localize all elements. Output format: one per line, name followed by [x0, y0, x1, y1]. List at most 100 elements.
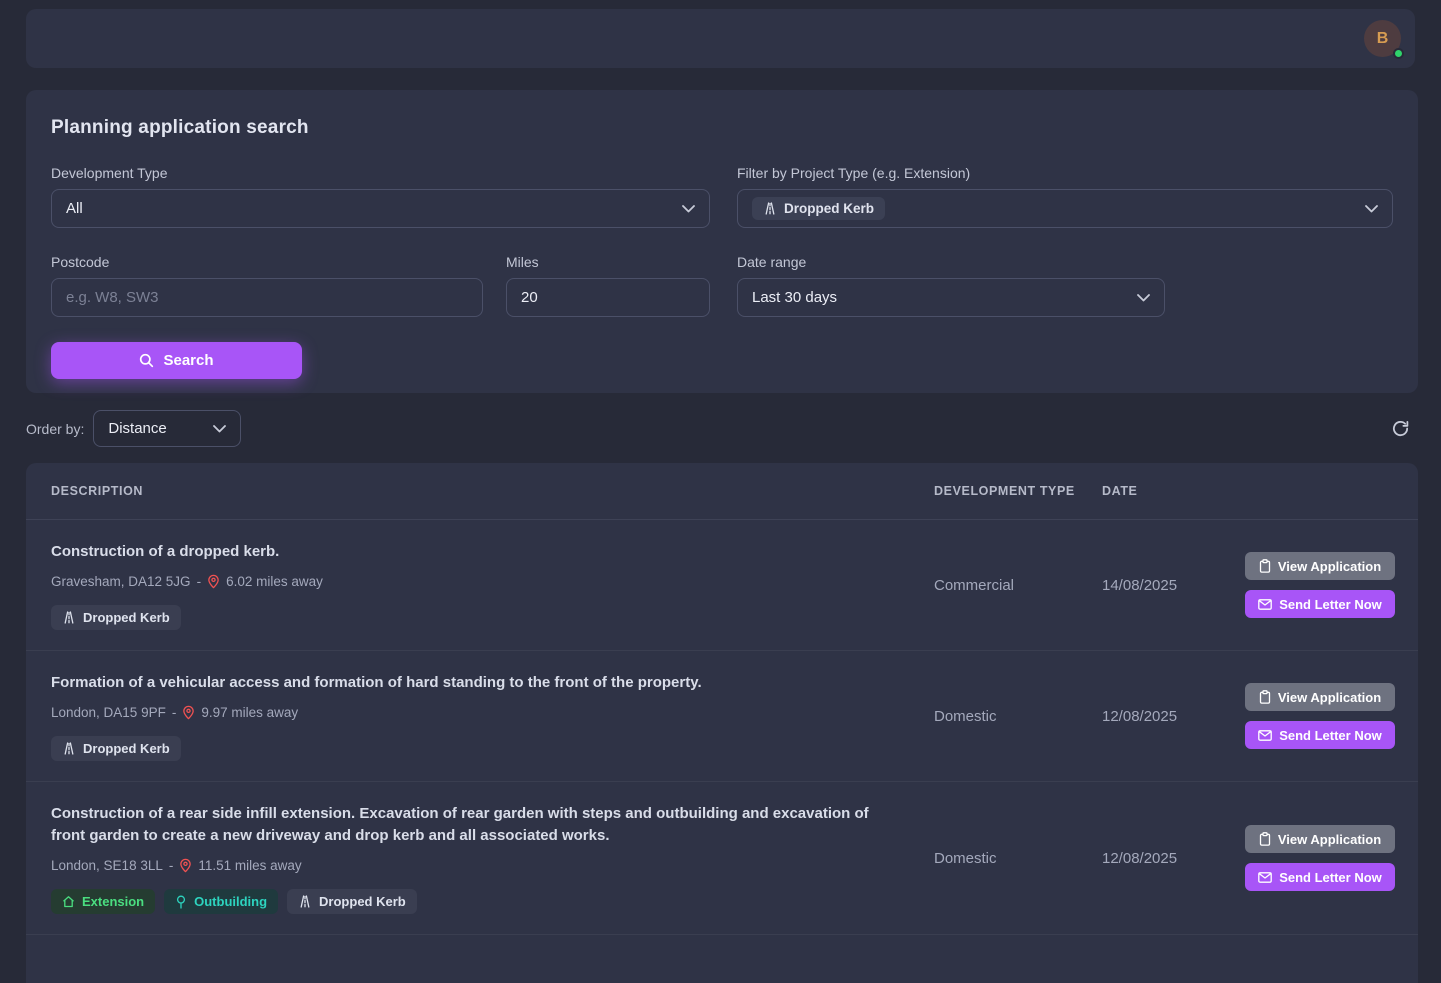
chevron-down-icon	[213, 425, 226, 433]
refresh-button[interactable]	[1391, 419, 1410, 438]
refresh-icon	[1391, 419, 1410, 438]
project-type-filter-select[interactable]: Dropped Kerb	[737, 189, 1393, 228]
badge-outbuilding: Outbuilding	[164, 889, 278, 914]
road-icon	[62, 611, 76, 624]
badge-dropped-kerb: Dropped Kerb	[287, 889, 417, 914]
badge-label: Outbuilding	[194, 894, 267, 909]
application-title: Construction of a dropped kerb.	[51, 541, 904, 563]
chevron-down-icon	[1365, 205, 1378, 213]
header-date: DATE	[1102, 484, 1222, 498]
send-letter-button[interactable]: Send Letter Now	[1245, 863, 1395, 891]
form-row-1: Development Type All Filter by Project T…	[51, 165, 1393, 228]
top-bar: B	[26, 9, 1415, 68]
search-button-label: Search	[163, 352, 213, 369]
chevron-down-icon	[1137, 294, 1150, 302]
date-value: 12/08/2025	[1102, 850, 1222, 867]
form-row-2: Postcode Miles Date range Last 30 days	[51, 254, 1393, 317]
application-title: Formation of a vehicular access and form…	[51, 672, 904, 694]
view-application-button[interactable]: View Application	[1245, 683, 1395, 711]
miles-label: Miles	[506, 254, 710, 270]
row-actions: View Application Send Letter Now	[1222, 683, 1395, 749]
send-letter-label: Send Letter Now	[1279, 870, 1382, 885]
row-description-cell: Construction of a dropped kerb. Gravesha…	[51, 520, 934, 650]
development-type-value: Domestic	[934, 850, 1102, 867]
date-range-select[interactable]: Last 30 days	[737, 278, 1165, 317]
location-separator: -	[169, 858, 174, 873]
view-application-label: View Application	[1278, 832, 1381, 847]
date-range-field: Date range Last 30 days	[737, 254, 1165, 317]
header-description: DESCRIPTION	[51, 484, 934, 498]
order-by-value: Distance	[108, 420, 166, 437]
date-value: 12/08/2025	[1102, 708, 1222, 725]
map-pin-icon	[179, 858, 192, 873]
miles-field: Miles	[506, 254, 710, 317]
development-type-value: Domestic	[934, 708, 1102, 725]
envelope-icon	[1258, 730, 1272, 741]
view-application-label: View Application	[1278, 559, 1381, 574]
send-letter-label: Send Letter Now	[1279, 728, 1382, 743]
development-type-label: Development Type	[51, 165, 710, 181]
send-letter-button[interactable]: Send Letter Now	[1245, 721, 1395, 749]
badge-label: Dropped Kerb	[83, 610, 170, 625]
selected-project-type-chip[interactable]: Dropped Kerb	[752, 197, 885, 220]
clipboard-icon	[1259, 559, 1271, 573]
envelope-icon	[1258, 599, 1272, 610]
application-location: London, SE18 3LL - 11.51 miles away	[51, 858, 904, 873]
development-type-value: All	[66, 200, 83, 217]
application-location: London, DA15 9PF - 9.97 miles away	[51, 705, 904, 720]
road-icon	[763, 202, 777, 215]
send-letter-button[interactable]: Send Letter Now	[1245, 590, 1395, 618]
house-icon	[62, 895, 75, 908]
badge-list: Dropped Kerb	[51, 736, 904, 761]
planning-search-panel: Planning application search Development …	[26, 90, 1418, 393]
order-by-select[interactable]: Distance	[93, 410, 241, 447]
project-type-filter-label: Filter by Project Type (e.g. Extension)	[737, 165, 1393, 181]
send-letter-label: Send Letter Now	[1279, 597, 1382, 612]
map-pin-icon	[182, 705, 195, 720]
location-text: Gravesham, DA12 5JG	[51, 574, 191, 589]
development-type-value: Commercial	[934, 577, 1102, 594]
location-separator: -	[197, 574, 202, 589]
results-table: DESCRIPTION DEVELOPMENT TYPE DATE Constr…	[26, 463, 1418, 983]
postcode-input[interactable]	[51, 278, 483, 317]
selected-project-type-label: Dropped Kerb	[784, 201, 874, 216]
avatar[interactable]: B	[1364, 20, 1401, 57]
table-row: Construction of a dropped kerb. Gravesha…	[26, 520, 1418, 651]
badge-extension: Extension	[51, 889, 155, 914]
row-actions: View Application Send Letter Now	[1222, 825, 1395, 891]
order-by-row: Order by: Distance	[26, 410, 1418, 447]
table-row: Construction of a rear side infill exten…	[26, 782, 1418, 935]
search-button[interactable]: Search	[51, 342, 302, 379]
date-range-value: Last 30 days	[752, 289, 837, 306]
view-application-button[interactable]: View Application	[1245, 825, 1395, 853]
clipboard-icon	[1259, 832, 1271, 846]
postcode-field: Postcode	[51, 254, 483, 317]
clipboard-icon	[1259, 690, 1271, 704]
distance-text: 6.02 miles away	[226, 574, 323, 589]
badge-label: Dropped Kerb	[319, 894, 406, 909]
badge-list: Extension Outbuilding Dropped Kerb	[51, 889, 904, 914]
table-row: Formation of a vehicular access and form…	[26, 651, 1418, 782]
badge-label: Dropped Kerb	[83, 741, 170, 756]
date-range-label: Date range	[737, 254, 1165, 270]
badge-dropped-kerb: Dropped Kerb	[51, 736, 181, 761]
application-title: Construction of a rear side infill exten…	[51, 803, 904, 847]
view-application-label: View Application	[1278, 690, 1381, 705]
row-description-cell: Formation of a vehicular access and form…	[51, 651, 934, 781]
road-icon	[62, 742, 76, 755]
application-location: Gravesham, DA12 5JG - 6.02 miles away	[51, 574, 904, 589]
page: B Planning application search Developmen…	[0, 0, 1441, 905]
development-type-field: Development Type All	[51, 165, 710, 228]
location-separator: -	[172, 705, 177, 720]
header-development-type: DEVELOPMENT TYPE	[934, 484, 1102, 498]
miles-input[interactable]	[506, 278, 710, 317]
date-value: 14/08/2025	[1102, 577, 1222, 594]
development-type-select[interactable]: All	[51, 189, 710, 228]
location-text: London, DA15 9PF	[51, 705, 166, 720]
envelope-icon	[1258, 872, 1272, 883]
search-icon	[139, 353, 154, 368]
road-icon	[298, 895, 312, 908]
row-actions: View Application Send Letter Now	[1222, 552, 1395, 618]
view-application-button[interactable]: View Application	[1245, 552, 1395, 580]
distance-text: 9.97 miles away	[201, 705, 298, 720]
